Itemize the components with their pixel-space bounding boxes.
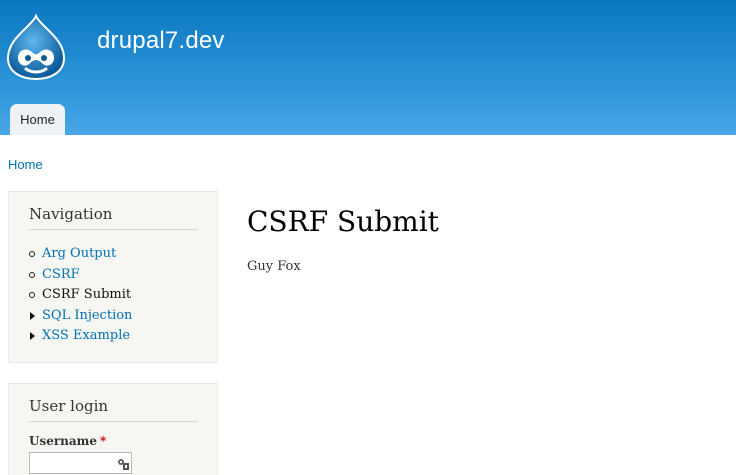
nav-item-label[interactable]: XSS Example (42, 328, 130, 343)
nav-item-xss-example[interactable]: XSS Example (29, 326, 132, 347)
triangle-bullet-icon (30, 332, 35, 340)
tab-home[interactable]: Home (10, 104, 65, 135)
nav-item-csrf[interactable]: CSRF (29, 265, 132, 286)
site-name[interactable]: drupal7.dev (97, 27, 225, 55)
circle-bullet-icon (29, 271, 35, 278)
user-login-block: User login Username * (8, 383, 218, 475)
circle-bullet-icon (29, 251, 35, 257)
circle-bullet-icon (29, 292, 35, 298)
navigation-title: Navigation (29, 205, 197, 230)
required-marker: * (100, 434, 107, 448)
navigation-block: Navigation Arg Output CSRF CSRF Submit S… (8, 191, 218, 363)
username-label: Username * (29, 434, 106, 448)
nav-item-label[interactable]: CSRF (42, 267, 80, 282)
nav-item-arg-output[interactable]: Arg Output (29, 244, 132, 265)
user-login-title: User login (29, 397, 197, 422)
autofill-key-icon[interactable] (116, 456, 130, 470)
username-label-text: Username (29, 434, 98, 448)
drupal-logo-icon[interactable] (6, 13, 66, 81)
page-title: CSRF Submit (247, 205, 439, 238)
nav-item-sql-injection[interactable]: SQL Injection (29, 306, 132, 327)
nav-item-label[interactable]: CSRF Submit (42, 287, 131, 302)
triangle-bullet-icon (30, 311, 35, 320)
nav-item-label[interactable]: SQL Injection (42, 308, 132, 323)
navigation-list: Arg Output CSRF CSRF Submit SQL Injectio… (29, 244, 132, 347)
nav-item-csrf-submit[interactable]: CSRF Submit (29, 285, 132, 306)
nav-item-label[interactable]: Arg Output (42, 246, 116, 261)
site-header: drupal7.dev Home (0, 0, 736, 135)
breadcrumb-home[interactable]: Home (8, 157, 43, 172)
page-body-text: Guy Fox (247, 259, 301, 274)
